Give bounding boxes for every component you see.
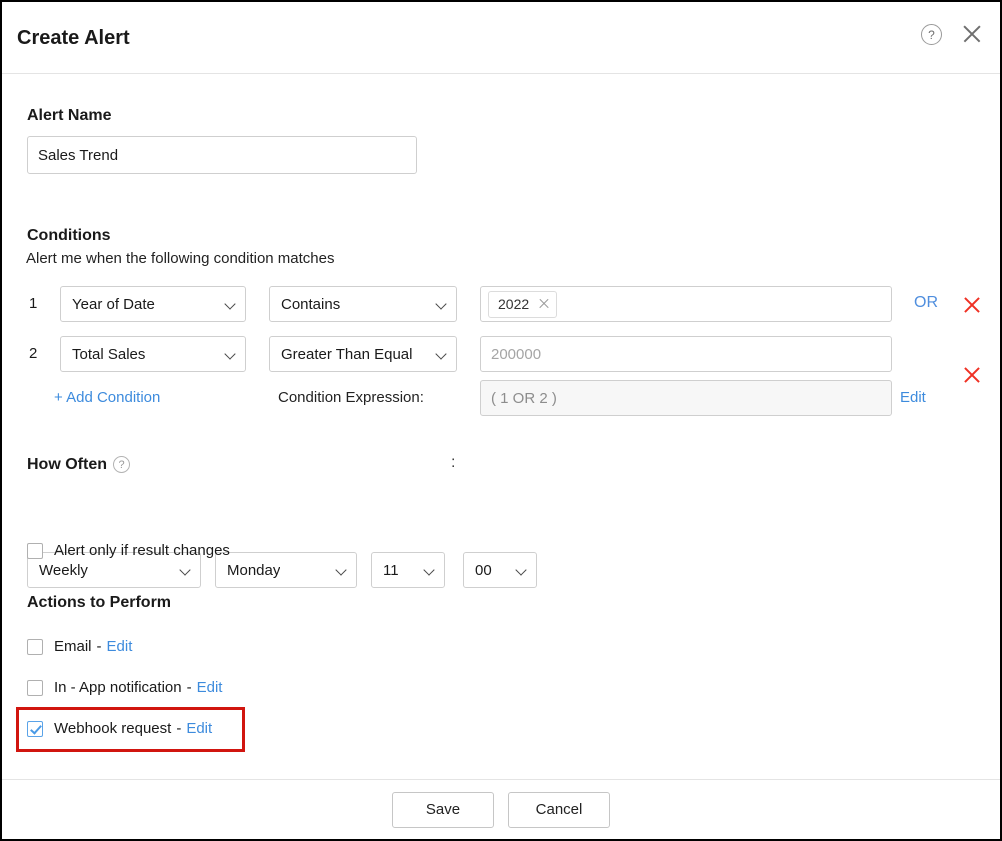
email-action-edit-link[interactable]: Edit xyxy=(107,638,133,655)
chevron-down-icon xyxy=(517,565,528,576)
condition-operator-value-1: Contains xyxy=(281,296,340,313)
chevron-down-icon xyxy=(181,565,192,576)
time-separator: : xyxy=(451,454,455,472)
value-chip[interactable]: 2022 xyxy=(488,291,557,318)
condition-field-value-2: Total Sales xyxy=(72,346,145,363)
how-often-label: How Often xyxy=(27,456,107,473)
in-app-notification-label: In - App notification xyxy=(54,679,182,696)
frequency-value: Weekly xyxy=(39,562,88,579)
chevron-down-icon xyxy=(437,299,448,310)
webhook-request-checkbox[interactable] xyxy=(27,721,43,737)
condition-expression-edit-link[interactable]: Edit xyxy=(900,389,926,406)
cancel-button[interactable]: Cancel xyxy=(508,792,610,828)
condition-value-field-1[interactable]: 2022 xyxy=(480,286,892,322)
save-button[interactable]: Save xyxy=(392,792,494,828)
dialog-body: Alert Name Conditions Alert me when the … xyxy=(2,74,1000,779)
help-circle-icon[interactable]: ? xyxy=(921,24,942,45)
condition-expression-label: Condition Expression: xyxy=(278,389,424,406)
webhook-request-label: Webhook request xyxy=(54,720,171,737)
minute-value: 00 xyxy=(475,562,492,579)
hour-value: 11 xyxy=(383,562,399,579)
alert-name-label: Alert Name xyxy=(27,107,111,125)
hour-dropdown[interactable]: 11 xyxy=(371,552,445,588)
minute-dropdown[interactable]: 00 xyxy=(463,552,537,588)
day-value: Monday xyxy=(227,562,280,579)
condition-index-1: 1 xyxy=(29,295,37,312)
close-icon[interactable] xyxy=(960,22,984,46)
condition-field-dropdown-1[interactable]: Year of Date xyxy=(60,286,246,322)
chip-remove-icon[interactable] xyxy=(538,298,550,310)
in-app-notification-edit-link[interactable]: Edit xyxy=(197,679,223,696)
conditions-subtitle: Alert me when the following condition ma… xyxy=(26,250,335,267)
email-action-label: Email xyxy=(54,638,92,655)
alert-name-input[interactable] xyxy=(27,136,417,174)
header-icon-group: ? xyxy=(921,22,984,46)
value-chip-label: 2022 xyxy=(498,296,529,312)
condition-value-input-2[interactable] xyxy=(480,336,892,372)
create-alert-dialog: Create Alert ? Alert Name Conditions Ale… xyxy=(0,0,1002,841)
in-app-notification-separator: - xyxy=(187,679,192,696)
condition-joiner-1[interactable]: OR xyxy=(914,294,938,312)
email-action-checkbox[interactable] xyxy=(27,639,43,655)
day-dropdown[interactable]: Monday xyxy=(215,552,357,588)
chevron-down-icon xyxy=(226,349,237,360)
actions-title: Actions to Perform xyxy=(27,594,171,612)
alert-only-if-changes-checkbox[interactable] xyxy=(27,543,43,559)
condition-index-2: 2 xyxy=(29,345,37,362)
dialog-footer: Save Cancel xyxy=(2,779,1000,839)
chevron-down-icon xyxy=(337,565,348,576)
webhook-request-edit-link[interactable]: Edit xyxy=(186,720,212,737)
alert-only-if-changes-label: Alert only if result changes xyxy=(54,542,230,559)
action-row-email[interactable]: Email - Edit xyxy=(27,638,132,655)
remove-condition-icon-1[interactable] xyxy=(962,295,982,315)
dialog-header: Create Alert ? xyxy=(2,2,1000,74)
condition-operator-dropdown-2[interactable]: Greater Than Equal xyxy=(269,336,457,372)
condition-field-value-1: Year of Date xyxy=(72,296,155,313)
alert-only-if-changes-row[interactable]: Alert only if result changes xyxy=(27,542,230,559)
page-title: Create Alert xyxy=(17,27,130,50)
condition-field-dropdown-2[interactable]: Total Sales xyxy=(60,336,246,372)
chevron-down-icon xyxy=(226,299,237,310)
condition-operator-dropdown-1[interactable]: Contains xyxy=(269,286,457,322)
condition-operator-value-2: Greater Than Equal xyxy=(281,346,412,363)
chevron-down-icon xyxy=(425,565,436,576)
email-action-separator: - xyxy=(97,638,102,655)
action-row-webhook-request[interactable]: Webhook request - Edit xyxy=(27,720,212,737)
conditions-title: Conditions xyxy=(27,227,111,245)
condition-expression-input xyxy=(480,380,892,416)
add-condition-button[interactable]: + Add Condition xyxy=(54,389,160,406)
how-often-label-group: How Often? xyxy=(27,456,130,474)
remove-condition-icon-2[interactable] xyxy=(962,365,982,385)
help-circle-icon[interactable]: ? xyxy=(113,456,130,473)
webhook-request-separator: - xyxy=(176,720,181,737)
chevron-down-icon xyxy=(437,349,448,360)
action-row-in-app-notification[interactable]: In - App notification - Edit xyxy=(27,679,222,696)
in-app-notification-checkbox[interactable] xyxy=(27,680,43,696)
